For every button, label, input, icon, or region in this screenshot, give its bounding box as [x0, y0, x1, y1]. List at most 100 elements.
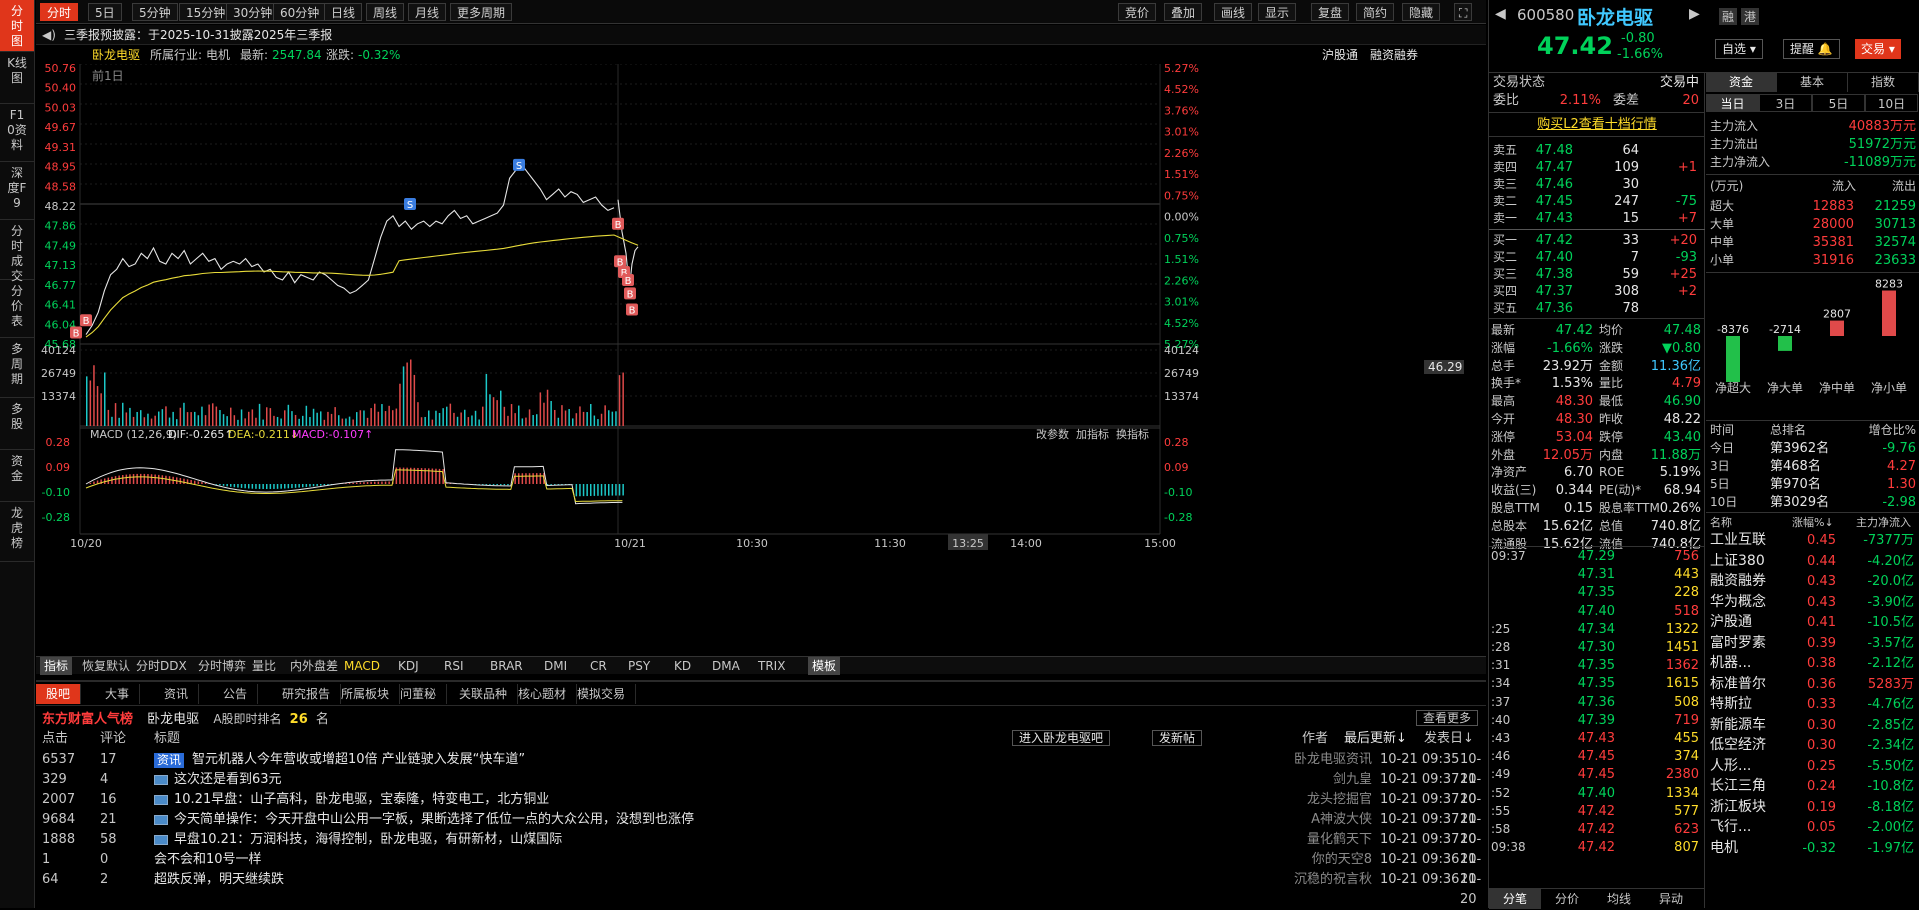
sector-name[interactable]: 飞行...	[1710, 819, 1751, 836]
fund-period-0[interactable]: 当日	[1706, 94, 1759, 112]
sector-name[interactable]: 上证380	[1710, 553, 1765, 570]
forum-tab-6[interactable]: 问董秘	[390, 684, 447, 704]
sector-name[interactable]: 标准普尔	[1710, 676, 1766, 693]
indicator-tab-8[interactable]: RSI	[440, 657, 468, 675]
tab-multi-stock[interactable]: 多股	[0, 398, 34, 450]
forum-title[interactable]: 这次还是看到63元	[174, 770, 282, 790]
macd-param-button[interactable]: 加指标	[1076, 427, 1109, 441]
col-updated[interactable]: 最后更新↓	[1344, 730, 1407, 748]
forum-row[interactable]: 20071610.21早盘：山子高科，卧龙电驱，宝泰隆，特变电工，北方铜业龙头挖…	[42, 790, 1482, 810]
simple-button[interactable]: 简约	[1356, 3, 1394, 21]
macd-param-button[interactable]: 换指标	[1116, 427, 1149, 441]
forum-author[interactable]: 沉稳的祝言秋	[1242, 870, 1372, 890]
indicator-tab-3[interactable]: 分时博弈	[194, 657, 250, 675]
tab-tick-trades[interactable]: 分时成交	[0, 220, 34, 280]
indicator-tab-13[interactable]: KD	[670, 657, 695, 675]
indicator-tab-11[interactable]: CR	[586, 657, 611, 675]
alert-button[interactable]: 提醒 🔔	[1783, 39, 1840, 59]
forum-tab-2[interactable]: 资讯	[154, 684, 199, 704]
tab-kline[interactable]: K线图	[0, 52, 34, 104]
tab-intraday[interactable]: 分时图	[0, 0, 34, 52]
hk-connect-badge[interactable]: 沪股通	[1322, 46, 1358, 64]
forum-tab-3[interactable]: 公告	[213, 684, 258, 704]
period-intraday[interactable]: 分时	[40, 3, 78, 21]
forum-title[interactable]: 今天简单操作：今天开盘中山公用一字板，果断选择了低位一点的大众公用，没想到也涨停	[174, 810, 694, 830]
sector-name[interactable]: 人形...	[1710, 758, 1751, 775]
macd-param-button[interactable]: 改参数	[1036, 427, 1069, 441]
indicator-tab-16[interactable]: 模板	[808, 657, 840, 675]
period-week[interactable]: 周线	[366, 3, 404, 21]
sector-name[interactable]: 工业互联	[1710, 532, 1766, 549]
sector-name[interactable]: 长江三角	[1710, 778, 1766, 795]
forum-tab-1[interactable]: 大事	[95, 684, 140, 704]
intraday-chart[interactable]: 50.7650.4050.0349.6749.3148.9548.5848.22…	[36, 64, 1486, 656]
period-60min[interactable]: 60分钟	[273, 3, 326, 21]
sector-name[interactable]: 浙江板块	[1710, 799, 1766, 816]
period-month[interactable]: 月线	[408, 3, 446, 21]
bottom-tab-3[interactable]: 异动	[1645, 889, 1697, 909]
fund-period-1[interactable]: 3日	[1759, 94, 1812, 112]
fund-tab-1[interactable]: 基本	[1777, 72, 1848, 92]
forum-author[interactable]: A神波大侠	[1242, 810, 1372, 830]
auction-button[interactable]: 竞价	[1118, 3, 1156, 21]
indicator-tab-10[interactable]: DMI	[540, 657, 571, 675]
forum-author[interactable]: 你的天空8	[1242, 850, 1372, 870]
sector-name[interactable]: 新能源车	[1710, 717, 1766, 734]
tab-multi-period[interactable]: 多周期	[0, 338, 34, 398]
margin-trading-badge[interactable]: 融资融券	[1370, 46, 1418, 64]
period-day[interactable]: 日线	[324, 3, 362, 21]
forum-row[interactable]: 653717资讯智元机器人今年营收或增超10倍 产业链驶入发展“快车道”卧龙电驱…	[42, 750, 1482, 770]
forum-title[interactable]: 智元机器人今年营收或增超10倍 产业链驶入发展“快车道”	[192, 750, 525, 770]
indicator-tab-15[interactable]: TRIX	[754, 657, 789, 675]
replay-button[interactable]: 复盘	[1311, 3, 1349, 21]
margin-badge[interactable]: 融	[1719, 8, 1737, 25]
forum-title[interactable]: 早盘10.21：万润科技，海得控制，卧龙电驱，有研新材，山煤国际	[174, 830, 562, 850]
forum-row[interactable]: 968421今天简单操作：今天开盘中山公用一字板，果断选择了低位一点的大众公用，…	[42, 810, 1482, 830]
forum-author[interactable]: 卧龙电驱资讯	[1242, 750, 1372, 770]
sector-name[interactable]: 融资融券	[1710, 573, 1766, 590]
forum-author[interactable]: 量化鹤天下	[1242, 830, 1372, 850]
indicator-tab-0[interactable]: 指标	[40, 657, 72, 675]
forum-author[interactable]: 剑九皇	[1242, 770, 1372, 790]
forum-author[interactable]: 龙头挖掘官	[1242, 790, 1372, 810]
tab-fund[interactable]: 资金	[0, 450, 34, 502]
sector-name[interactable]: 机器...	[1710, 655, 1751, 672]
sector-name[interactable]: 电机	[1710, 840, 1738, 857]
bottom-tab-2[interactable]: 均线	[1593, 889, 1645, 909]
fund-period-2[interactable]: 5日	[1812, 94, 1865, 112]
tab-depth-f9[interactable]: 深度F9	[0, 162, 34, 220]
period-15min[interactable]: 15分钟	[179, 3, 232, 21]
period-30min[interactable]: 30分钟	[226, 3, 279, 21]
tab-f10[interactable]: F10资料	[0, 104, 34, 162]
period-5min[interactable]: 5分钟	[132, 3, 178, 21]
forum-tab-0[interactable]: 股吧	[36, 684, 81, 704]
sector-name[interactable]: 华为概念	[1710, 594, 1766, 611]
fund-tab-2[interactable]: 指数	[1848, 72, 1919, 92]
forum-row[interactable]: 10会不会和10号一样你的天空810-21 09:3610-21	[42, 850, 1482, 870]
new-post-button[interactable]: 发新帖	[1152, 730, 1202, 746]
watchlist-button[interactable]: 自选 ▾	[1715, 39, 1763, 59]
draw-line-button[interactable]: 画线	[1214, 3, 1252, 21]
trade-button[interactable]: 交易 ▾	[1855, 39, 1901, 59]
next-stock-icon[interactable]: ▶	[1689, 6, 1700, 22]
indicator-tab-4[interactable]: 量比	[248, 657, 280, 675]
hide-button[interactable]: 隐藏	[1402, 3, 1440, 21]
forum-title[interactable]: 10.21早盘：山子高科，卧龙电驱，宝泰隆，特变电工，北方铜业	[174, 790, 549, 810]
display-button[interactable]: 显示	[1258, 3, 1296, 21]
prev-stock-icon[interactable]: ◀	[1495, 6, 1506, 22]
forum-title[interactable]: 超跌反弹，明天继续跌	[154, 870, 284, 890]
indicator-tab-9[interactable]: BRAR	[486, 657, 527, 675]
tab-dragon-tiger[interactable]: 龙虎榜	[0, 502, 34, 562]
forum-row[interactable]: 3294这次还是看到63元剑九皇10-21 09:3710-20	[42, 770, 1482, 790]
bottom-tab-0[interactable]: 分笔	[1489, 889, 1541, 909]
forum-title[interactable]: 会不会和10号一样	[154, 850, 262, 870]
overlay-button[interactable]: 叠加	[1164, 3, 1202, 21]
fund-period-3[interactable]: 10日	[1865, 94, 1918, 112]
sector-name[interactable]: 沪股通	[1710, 614, 1752, 631]
bottom-tab-1[interactable]: 分价	[1541, 889, 1593, 909]
indicator-tab-5[interactable]: 内外盘差	[286, 657, 342, 675]
l2-link[interactable]: 购买L2查看十档行情	[1489, 116, 1705, 133]
forum-row[interactable]: 188858早盘10.21：万润科技，海得控制，卧龙电驱，有研新材，山煤国际量化…	[42, 830, 1482, 850]
col-posted[interactable]: 发表日↓	[1424, 730, 1474, 748]
forum-tab-9[interactable]: 模拟交易	[567, 684, 636, 704]
